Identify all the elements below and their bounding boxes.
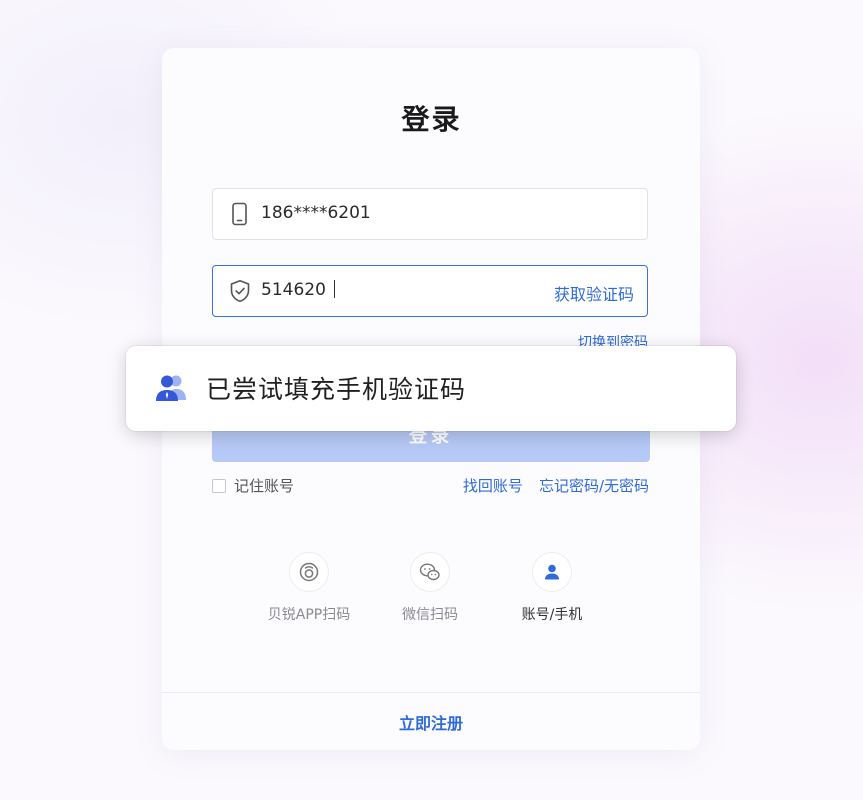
autofill-toast: 已尝试填充手机验证码 <box>126 346 736 431</box>
method-label: 微信扫码 <box>402 607 458 623</box>
login-method-app-scan[interactable]: 贝锐APP扫码 <box>249 552 369 624</box>
phone-icon <box>229 202 251 226</box>
login-method-account-phone[interactable]: 账号/手机 <box>492 552 612 624</box>
recover-account-link[interactable]: 找回账号 <box>463 477 523 495</box>
users-icon <box>154 372 188 404</box>
user-icon[interactable] <box>532 552 572 592</box>
remember-account[interactable]: 记住账号 <box>212 475 294 496</box>
forgot-password-link[interactable]: 忘记密码/无密码 <box>539 477 649 495</box>
app-scan-icon[interactable] <box>289 552 329 592</box>
method-label: 贝锐APP扫码 <box>267 607 351 623</box>
wechat-icon[interactable] <box>410 552 450 592</box>
verification-code-text: 514620 <box>261 280 326 300</box>
method-label: 账号/手机 <box>521 607 583 623</box>
verification-code-field[interactable]: 514620 获取验证码 <box>212 265 648 317</box>
toast-message: 已尝试填充手机验证码 <box>206 375 467 404</box>
text-cursor <box>333 280 335 298</box>
shield-check-icon <box>229 279 251 303</box>
account-links: 找回账号 忘记密码/无密码 <box>447 475 649 496</box>
phone-field[interactable]: 186****6201 <box>212 188 648 240</box>
remember-checkbox[interactable] <box>212 478 226 493</box>
page-title: 登录 <box>401 103 462 136</box>
login-method-wechat[interactable]: 微信扫码 <box>370 552 490 624</box>
verification-code-value[interactable]: 514620 <box>261 280 335 300</box>
remember-label: 记住账号 <box>234 477 295 495</box>
phone-value[interactable]: 186****6201 <box>261 203 371 223</box>
get-code-button[interactable]: 获取验证码 <box>554 281 634 305</box>
register-link[interactable]: 立即注册 <box>162 710 700 734</box>
divider <box>162 692 700 693</box>
